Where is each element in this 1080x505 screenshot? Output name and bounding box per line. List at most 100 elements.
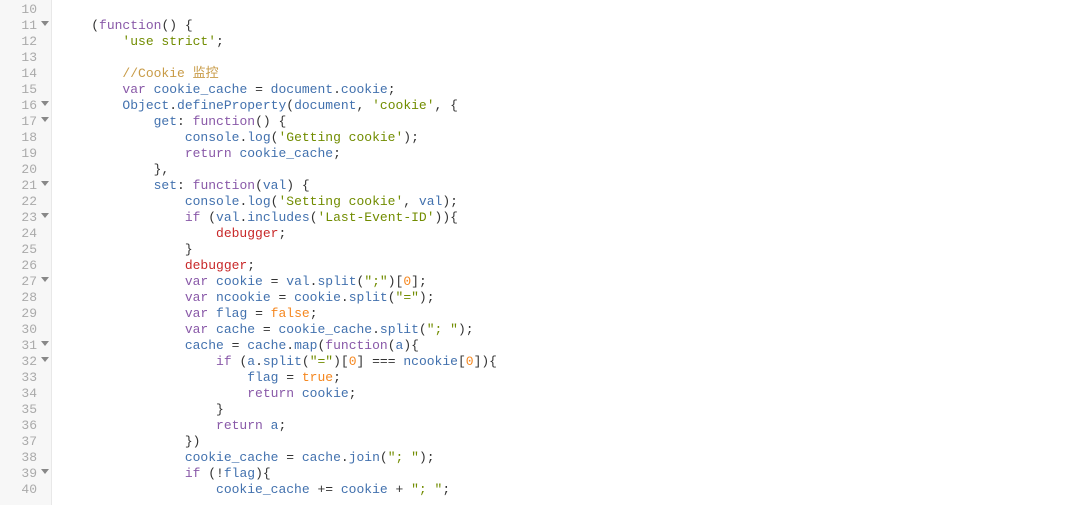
code-line[interactable]: cookie_cache += cookie + "; "; [60, 482, 1080, 498]
token-ident: join [349, 450, 380, 465]
token-kw: return [247, 386, 294, 401]
code-line[interactable]: cookie_cache = cache.join("; "); [60, 450, 1080, 466]
code-line[interactable]: flag = true; [60, 370, 1080, 386]
line-number[interactable]: 30 [0, 322, 51, 338]
token-pun: = [271, 290, 294, 305]
code-line[interactable]: return a; [60, 418, 1080, 434]
line-number[interactable]: 35 [0, 402, 51, 418]
line-number[interactable]: 15 [0, 82, 51, 98]
line-number[interactable]: 21 [0, 178, 51, 194]
token-pun: )){ [435, 210, 458, 225]
line-number[interactable]: 33 [0, 370, 51, 386]
line-number[interactable]: 40 [0, 482, 51, 498]
code-line[interactable]: return cookie; [60, 386, 1080, 402]
line-number[interactable]: 38 [0, 450, 51, 466]
code-line[interactable]: Object.defineProperty(document, 'cookie'… [60, 98, 1080, 114]
line-number[interactable]: 26 [0, 258, 51, 274]
code-line[interactable]: console.log('Setting cookie', val); [60, 194, 1080, 210]
line-number[interactable]: 28 [0, 290, 51, 306]
fold-toggle-icon[interactable] [41, 101, 49, 106]
line-number[interactable]: 27 [0, 274, 51, 290]
token-pun: . [341, 290, 349, 305]
line-number[interactable]: 31 [0, 338, 51, 354]
line-number[interactable]: 18 [0, 130, 51, 146]
code-line[interactable]: get: function() { [60, 114, 1080, 130]
line-number[interactable]: 13 [0, 50, 51, 66]
code-line[interactable]: //Cookie 监控 [60, 66, 1080, 82]
code-line[interactable]: console.log('Getting cookie'); [60, 130, 1080, 146]
token-ident: cache [216, 322, 255, 337]
token-pun: = [255, 322, 278, 337]
token-pun: [ [458, 354, 466, 369]
line-number[interactable]: 37 [0, 434, 51, 450]
code-line[interactable]: debugger; [60, 258, 1080, 274]
code-line[interactable] [60, 50, 1080, 66]
fold-toggle-icon[interactable] [41, 117, 49, 122]
line-number[interactable]: 39 [0, 466, 51, 482]
line-number[interactable]: 17 [0, 114, 51, 130]
line-number[interactable]: 11 [0, 18, 51, 34]
code-line[interactable]: if (val.includes('Last-Event-ID')){ [60, 210, 1080, 226]
token-ident: defineProperty [177, 98, 286, 113]
code-line[interactable] [60, 2, 1080, 18]
token-str: "; " [411, 482, 442, 497]
fold-toggle-icon[interactable] [41, 277, 49, 282]
token-pun [294, 386, 302, 401]
line-number[interactable]: 12 [0, 34, 51, 50]
fold-toggle-icon[interactable] [41, 181, 49, 186]
token-kw: function [99, 18, 161, 33]
code-line[interactable]: 'use strict'; [60, 34, 1080, 50]
token-pun: = [247, 306, 270, 321]
code-line[interactable]: if (a.split("=")[0] === ncookie[0]){ [60, 354, 1080, 370]
line-number[interactable]: 14 [0, 66, 51, 82]
code-line[interactable]: var cookie = val.split(";")[0]; [60, 274, 1080, 290]
code-line[interactable]: var flag = false; [60, 306, 1080, 322]
fold-toggle-icon[interactable] [41, 21, 49, 26]
line-number[interactable]: 32 [0, 354, 51, 370]
token-ident: document [294, 98, 356, 113]
fold-toggle-icon[interactable] [41, 469, 49, 474]
token-pun: , [357, 98, 373, 113]
line-number[interactable]: 16 [0, 98, 51, 114]
code-line[interactable]: }, [60, 162, 1080, 178]
code-line[interactable]: var cookie_cache = document.cookie; [60, 82, 1080, 98]
code-line[interactable]: cache = cache.map(function(a){ [60, 338, 1080, 354]
code-line[interactable]: }) [60, 434, 1080, 450]
fold-toggle-icon[interactable] [41, 341, 49, 346]
token-str: "; " [388, 450, 419, 465]
code-line[interactable]: var cache = cookie_cache.split("; "); [60, 322, 1080, 338]
token-ident: cookie [294, 290, 341, 305]
token-pun [146, 82, 154, 97]
code-line[interactable]: debugger; [60, 226, 1080, 242]
line-number[interactable]: 24 [0, 226, 51, 242]
token-pun: ( [232, 354, 248, 369]
token-pun: . [169, 98, 177, 113]
token-pun: ; [349, 386, 357, 401]
code-line[interactable]: } [60, 402, 1080, 418]
line-number[interactable]: 23 [0, 210, 51, 226]
line-number[interactable]: 22 [0, 194, 51, 210]
token-ident: cache [302, 450, 341, 465]
token-bool: true [302, 370, 333, 385]
token-str: 'Last-Event-ID' [318, 210, 435, 225]
line-number[interactable]: 29 [0, 306, 51, 322]
token-ident: cookie_cache [278, 322, 372, 337]
fold-toggle-icon[interactable] [41, 213, 49, 218]
token-pun [208, 322, 216, 337]
token-pun: . [286, 338, 294, 353]
code-line[interactable]: if (!flag){ [60, 466, 1080, 482]
code-line[interactable]: var ncookie = cookie.split("="); [60, 290, 1080, 306]
line-number[interactable]: 34 [0, 386, 51, 402]
code-line[interactable]: } [60, 242, 1080, 258]
line-number-gutter[interactable]: 1011121314151617181920212223242526272829… [0, 0, 52, 505]
fold-toggle-icon[interactable] [41, 357, 49, 362]
line-number[interactable]: 36 [0, 418, 51, 434]
code-line[interactable]: set: function(val) { [60, 178, 1080, 194]
code-area[interactable]: (function() { 'use strict'; //Cookie 监控 … [52, 0, 1080, 505]
line-number[interactable]: 19 [0, 146, 51, 162]
code-line[interactable]: return cookie_cache; [60, 146, 1080, 162]
line-number[interactable]: 10 [0, 2, 51, 18]
code-line[interactable]: (function() { [60, 18, 1080, 34]
line-number[interactable]: 25 [0, 242, 51, 258]
line-number[interactable]: 20 [0, 162, 51, 178]
